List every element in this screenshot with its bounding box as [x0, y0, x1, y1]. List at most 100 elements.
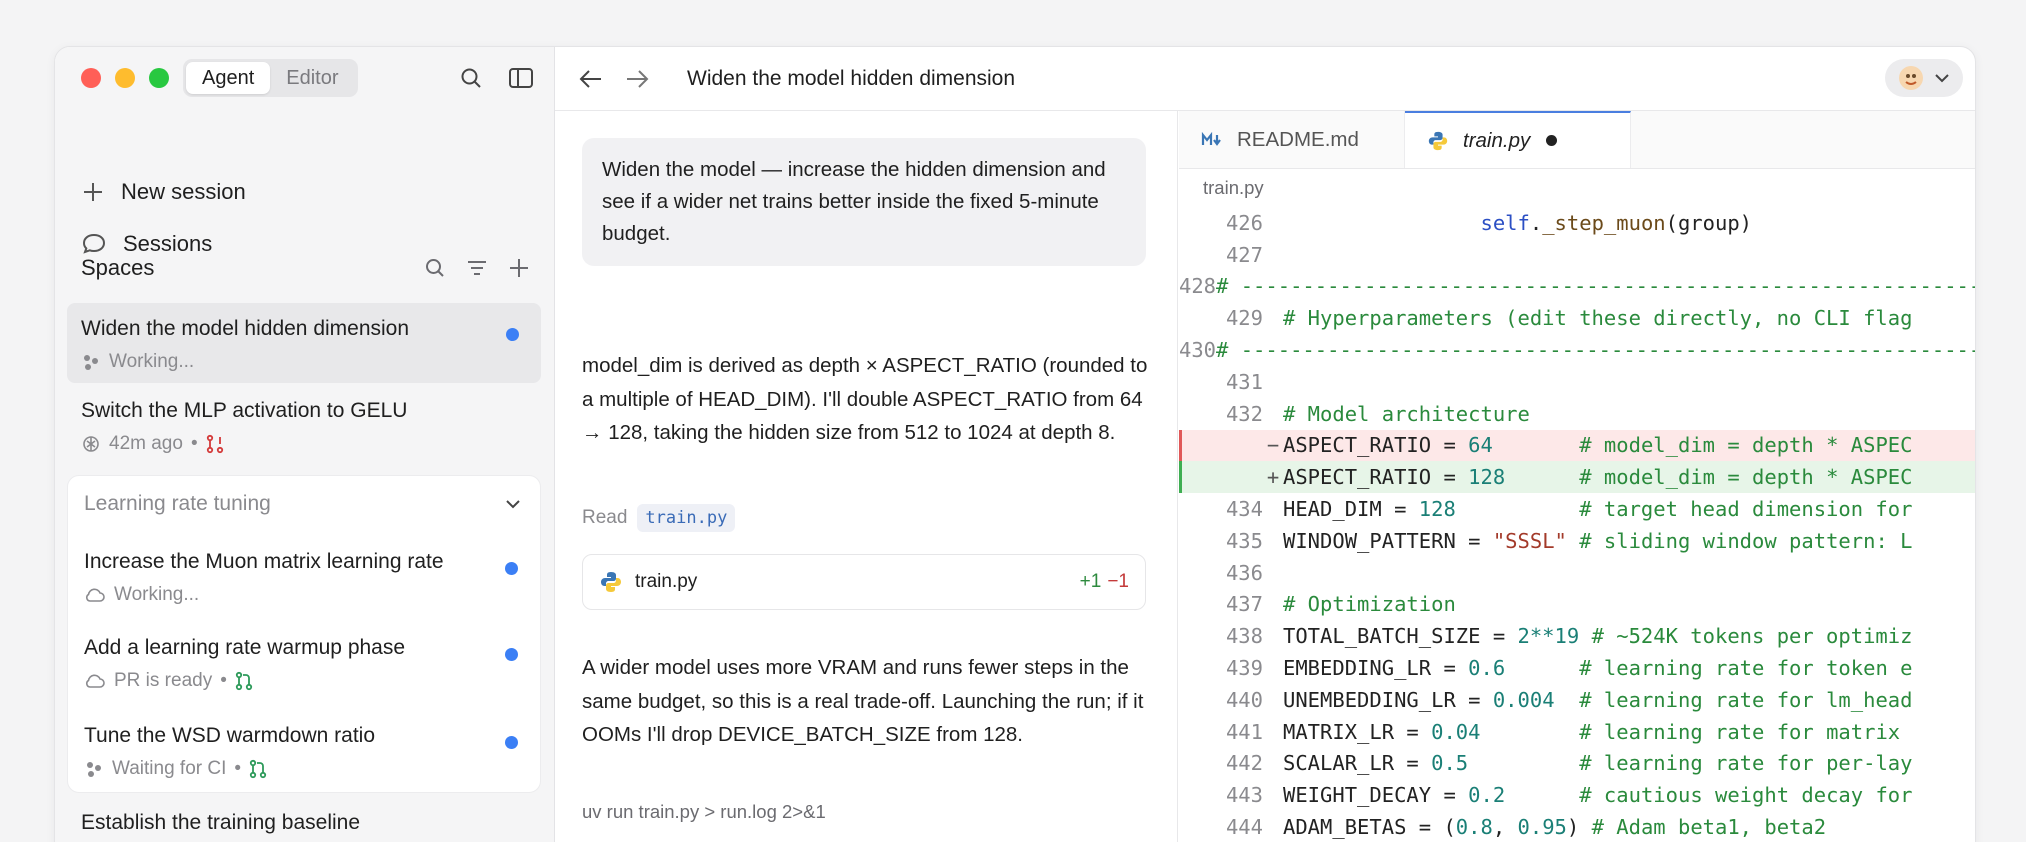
session-item[interactable]: Add a learning rate warmup phase PR is r…: [70, 636, 540, 692]
session-status: Working...: [109, 351, 195, 372]
close-window-button[interactable]: [81, 68, 101, 88]
code-editor: README.md train.py train.py 426 self._st…: [1179, 111, 1975, 842]
unread-dot: [505, 648, 518, 661]
session-title: Add a learning rate warmup phase: [84, 636, 406, 659]
waiting-icon: [87, 762, 101, 777]
code-text: self._step_muon(group): [1480, 210, 1753, 235]
code-line[interactable]: 436: [1179, 557, 1975, 589]
separator-dot: •: [234, 758, 242, 779]
back-arrow-icon[interactable]: [577, 67, 605, 91]
unsaved-dot: [1546, 135, 1558, 146]
file-link[interactable]: train.py: [637, 504, 736, 532]
code-text: ASPECT_RATIO = 128 # model_dim = depth *…: [1283, 465, 1913, 490]
tab-editor[interactable]: Editor: [270, 62, 354, 94]
filter-icon[interactable]: [465, 256, 489, 280]
code-line[interactable]: 444 ADAM_BETAS = (0.8, 0.95) # Adam beta1…: [1179, 811, 1975, 842]
user-message: Widen the model — increase the hidden di…: [582, 138, 1146, 266]
pull-request-icon: [235, 671, 252, 691]
tab-label: train.py: [1463, 128, 1531, 152]
unread-dot: [506, 328, 519, 341]
code-line[interactable]: 437 # Optimization: [1179, 589, 1975, 621]
session-status: 42m ago: [109, 433, 183, 454]
file-name: train.py: [635, 571, 698, 592]
pr-closed-icon: [206, 434, 223, 454]
forward-arrow-icon[interactable]: [623, 67, 651, 91]
chat-bubble-icon: [82, 233, 106, 254]
sidebar: Agent Editor New session Sessions Spaces: [55, 47, 555, 842]
session-meta: PR is ready •: [84, 670, 540, 692]
diff-gutter: −: [1266, 433, 1280, 458]
line-number: 427: [1225, 242, 1263, 267]
add-space-icon[interactable]: [507, 256, 531, 280]
tab-train-py[interactable]: train.py: [1405, 111, 1631, 168]
command-line: uv run train.py > run.log 2>&1: [582, 801, 826, 822]
line-number: 435: [1225, 528, 1263, 553]
sessions-button[interactable]: Sessions: [81, 231, 212, 257]
line-number: 431: [1225, 369, 1263, 394]
session-title: Tune the WSD warmdown ratio: [84, 724, 375, 747]
spaces-label: Spaces: [81, 255, 155, 280]
code-line[interactable]: 443 WEIGHT_DECAY = 0.2 # cautious weight …: [1179, 779, 1975, 811]
line-number: 436: [1225, 560, 1263, 585]
sessions-label: Sessions: [123, 231, 213, 256]
lines-removed: −1: [1107, 571, 1129, 592]
python-icon: [1428, 131, 1448, 150]
account-menu-button[interactable]: [1885, 59, 1963, 97]
page-title: Widen the model hidden dimension: [687, 66, 1016, 90]
new-session-button[interactable]: New session: [81, 179, 246, 205]
code-line[interactable]: 435 WINDOW_PATTERN = "SSSL" # sliding win…: [1179, 525, 1975, 557]
tool-read: Read train.py: [582, 504, 736, 532]
sidebar-top-icons: [457, 64, 535, 92]
session-title: Increase the Muon matrix learning rate: [84, 550, 444, 573]
session-item[interactable]: Widen the model hidden dimension Working…: [67, 303, 541, 383]
code-line[interactable]: 439 EMBEDDING_LR = 0.6 # learning rate fo…: [1179, 652, 1975, 684]
code-line[interactable]: + ASPECT_RATIO = 128 # model_dim = depth …: [1179, 461, 1975, 494]
search-spaces-icon[interactable]: [423, 256, 447, 280]
code-line[interactable]: 430 # -----------------------------------…: [1179, 334, 1975, 366]
line-number: 442: [1225, 751, 1263, 776]
window-controls: [81, 68, 169, 88]
tab-readme[interactable]: README.md: [1179, 111, 1405, 168]
chevron-down-icon[interactable]: [504, 498, 522, 510]
file-diff-card[interactable]: train.py +1 −1: [582, 554, 1146, 610]
code-text: # Model architecture: [1283, 401, 1530, 426]
code-line[interactable]: 438 TOTAL_BATCH_SIZE = 2**19 # ~524K toke…: [1179, 620, 1975, 652]
session-item[interactable]: Tune the WSD warmdown ratio Waiting for …: [70, 724, 540, 780]
session-status: Waiting for CI: [112, 758, 227, 779]
maximize-window-button[interactable]: [149, 68, 169, 88]
cloud-icon: [86, 588, 105, 602]
code-text: MATRIX_LR = 0.04 # learning rate for mat…: [1283, 719, 1901, 744]
code-line[interactable]: 432 # Model architecture: [1179, 398, 1975, 430]
session-item[interactable]: Increase the Muon matrix learning rate W…: [70, 550, 540, 606]
code-line[interactable]: − ASPECT_RATIO = 64 # model_dim = depth *…: [1179, 429, 1975, 462]
code-text: SCALAR_LR = 0.5 # learning rate for per-…: [1283, 751, 1913, 776]
code-line[interactable]: 429 # Hyperparameters (edit these directl…: [1179, 302, 1975, 334]
breadcrumb: train.py: [1203, 177, 1264, 198]
code-line[interactable]: 442 SCALAR_LR = 0.5 # learning rate for p…: [1179, 748, 1975, 780]
separator-dot: •: [220, 670, 227, 691]
code-line[interactable]: 440 UNEMBEDDING_LR = 0.004 # learning rat…: [1179, 684, 1975, 716]
openai-icon: [83, 436, 99, 452]
session-item[interactable]: Establish the training baseline: [67, 811, 541, 835]
code-text: ASPECT_RATIO = 64 # model_dim = depth * …: [1283, 433, 1913, 458]
markdown-icon: [1201, 131, 1221, 146]
code-line[interactable]: 441 MATRIX_LR = 0.04 # learning rate for …: [1179, 716, 1975, 748]
avatar: [1899, 66, 1923, 90]
code-line[interactable]: 426 self._step_muon(group): [1179, 207, 1975, 239]
minimize-window-button[interactable]: [115, 68, 135, 88]
tab-agent[interactable]: Agent: [186, 62, 271, 94]
session-status: Working...: [114, 584, 200, 605]
code-line[interactable]: 431: [1179, 366, 1975, 398]
code-view[interactable]: 426 self._step_muon(group) 427 428 # ------…: [1179, 207, 1975, 842]
code-line[interactable]: 434 HEAD_DIM = 128 # target head dimensio…: [1179, 493, 1975, 525]
code-line[interactable]: 427: [1179, 239, 1975, 271]
group-header[interactable]: Learning rate tuning: [84, 492, 522, 516]
session-item[interactable]: Switch the MLP activation to GELU 42m ag…: [67, 399, 541, 469]
search-icon[interactable]: [457, 64, 485, 92]
code-line[interactable]: 428 # -----------------------------------…: [1179, 271, 1975, 303]
code-text: # Hyperparameters (edit these directly, …: [1283, 306, 1913, 331]
sidebar-toggle-icon[interactable]: [507, 64, 535, 92]
code-text: UNEMBEDDING_LR = 0.004 # learning rate f…: [1283, 687, 1913, 712]
session-meta: Working...: [84, 584, 540, 606]
tab-label: README.md: [1237, 127, 1359, 151]
